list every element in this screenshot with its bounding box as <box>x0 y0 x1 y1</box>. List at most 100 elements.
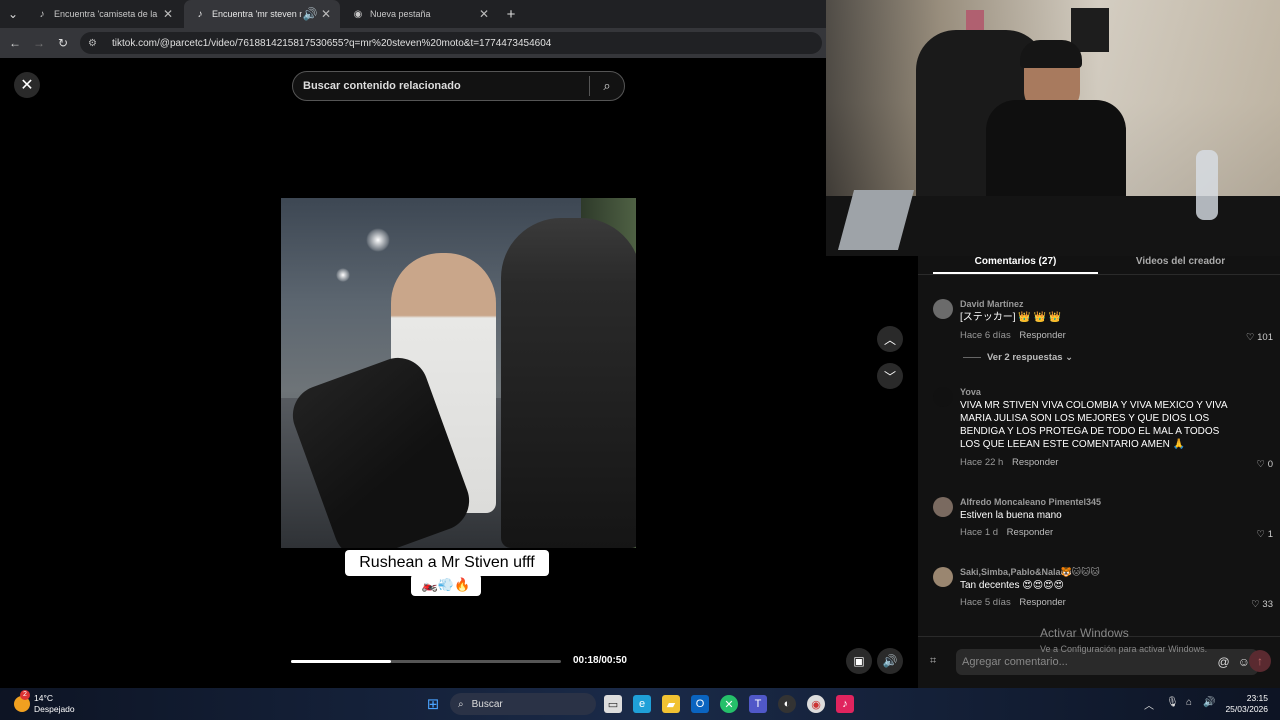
close-icon[interactable]: ✕ <box>476 7 492 21</box>
comment-author[interactable]: Alfredo Moncaleano Pimentel345 <box>960 497 1101 507</box>
address-bar[interactable]: ⚙ tiktok.com/@parcetc1/video/76188142158… <box>80 32 822 54</box>
close-icon: ✕ <box>20 77 34 94</box>
reply-button[interactable]: Responder <box>1019 330 1065 341</box>
comment-author[interactable]: Saki,Simba,Pablo&Nala🐯🐱🐱🐱 <box>960 567 1100 578</box>
tab-title: Nueva pestaña <box>370 9 431 19</box>
video-caption: Rushean a Mr Stiven ufff <box>345 550 549 576</box>
tab-list-icon[interactable]: ⌄ <box>4 5 22 23</box>
reload-icon[interactable]: ↻ <box>54 34 72 52</box>
webcam-cap <box>1020 40 1082 68</box>
close-icon[interactable]: ✕ <box>160 7 176 21</box>
mention-icon[interactable]: @ <box>1218 655 1230 669</box>
file-explorer-icon[interactable]: ▰ <box>662 695 680 713</box>
volume-button[interactable]: 🔊 <box>877 648 903 674</box>
new-tab-icon[interactable]: + <box>502 5 520 23</box>
app-icon[interactable]: ◐ <box>778 695 796 713</box>
chevron-up-icon: ︿ <box>883 332 896 347</box>
like-count: 0 <box>1267 459 1273 470</box>
tiktok-icon: ♪ <box>197 8 203 20</box>
like-button[interactable]: ♡ 33 <box>1251 599 1273 610</box>
teams-icon[interactable]: T <box>749 695 767 713</box>
comments-panel: Comentarios (27) Videos del creador Davi… <box>918 256 1280 688</box>
site-info-icon[interactable]: ⚙ <box>88 38 102 49</box>
comment-meta: Hace 5 días Responder <box>960 597 1066 608</box>
video-progress-bar[interactable] <box>291 660 561 663</box>
comment-time: Hace 5 días <box>960 597 1011 608</box>
divider <box>918 274 1280 275</box>
tray-overflow-icon[interactable]: ︿ <box>1144 697 1154 712</box>
search-icon[interactable]: ⌕ <box>590 78 624 94</box>
taskbar-clock[interactable]: 23:15 25/03/2026 <box>1225 693 1268 715</box>
heart-icon: ♡ <box>1251 599 1260 610</box>
video-streetlight <box>366 228 390 252</box>
video-area: Buscar contenido relacionado ⌕ Rushean a… <box>281 58 636 688</box>
outlook-icon[interactable]: O <box>691 695 709 713</box>
weather-temp: 14°C <box>34 693 53 703</box>
webcam-overlay <box>826 0 1280 256</box>
close-viewer-button[interactable]: ✕ <box>14 72 40 98</box>
tiktok-icon[interactable]: ♪ <box>836 695 854 713</box>
avatar[interactable] <box>933 567 953 587</box>
task-view-icon[interactable]: ▭ <box>604 695 622 713</box>
pip-button[interactable]: ▣ <box>846 648 872 674</box>
watermark-subtitle: Ve a Configuración para activar Windows. <box>1040 644 1208 654</box>
comment-meta: Hace 1 d Responder <box>960 527 1053 538</box>
comment-item: Yova VIVA MR STIVEN VIVA COLOMBIA Y VIVA… <box>933 387 1273 473</box>
avatar[interactable] <box>933 497 953 517</box>
microphone-icon[interactable]: 🎙 <box>1166 697 1179 708</box>
arrow-up-icon: ↑ <box>1257 654 1263 668</box>
weather-desc: Despejado <box>34 704 75 714</box>
comment-author[interactable]: Yova <box>960 387 981 397</box>
comment-text: VIVA MR STIVEN VIVA COLOMBIA Y VIVA MEXI… <box>960 400 1227 450</box>
previous-video-button[interactable]: ︿ <box>877 326 903 352</box>
comment-item: Saki,Simba,Pablo&Nala🐯🐱🐱🐱 Tan decentes 😍… <box>933 567 1273 613</box>
next-video-button[interactable]: ﹀ <box>877 363 903 389</box>
edge-icon[interactable]: e <box>633 695 651 713</box>
comment-meta: Hace 6 días Responder <box>960 330 1066 341</box>
video-frame[interactable] <box>281 198 636 548</box>
like-count: 1 <box>1267 529 1273 540</box>
taskbar-search[interactable]: ⌕ Buscar <box>450 693 596 715</box>
video-streetlight <box>336 268 350 282</box>
notification-badge: 2 <box>20 690 30 700</box>
taskbar-search-label: Buscar <box>471 698 503 710</box>
avatar[interactable] <box>933 387 953 407</box>
comment-text: Estiven la buena mano <box>960 510 1062 521</box>
tiktok-icon: ♪ <box>39 8 45 20</box>
view-replies-button[interactable]: Ver 2 respuestas ⌄ <box>963 352 1073 363</box>
windows-start-icon[interactable]: ⊞ <box>424 695 442 713</box>
reply-button[interactable]: Responder <box>1019 597 1065 608</box>
like-button[interactable]: ♡ 1 <box>1257 529 1273 540</box>
webcam-bottle <box>1196 150 1218 220</box>
tab-new[interactable]: ◉ Nueva pestaña ✕ <box>342 0 498 28</box>
comment-placeholder: Agregar comentario... <box>962 656 1068 668</box>
webcam-poster <box>966 10 984 32</box>
like-button[interactable]: ♡ 101 <box>1246 332 1273 343</box>
clock-date: 25/03/2026 <box>1225 704 1268 714</box>
network-icon[interactable]: ⌂ <box>1186 697 1192 708</box>
gift-icon[interactable]: ⌗ <box>930 655 936 668</box>
comment-author[interactable]: David Martínez <box>960 299 1024 309</box>
clock-time: 23:15 <box>1246 693 1268 703</box>
webcam-frame <box>1071 8 1109 52</box>
audio-icon[interactable]: 🔊 <box>302 7 318 21</box>
reply-button[interactable]: Responder <box>1007 527 1053 538</box>
video-person-black-hoodie <box>501 218 636 548</box>
speaker-icon[interactable]: 🔊 <box>1203 697 1215 708</box>
like-button[interactable]: ♡ 0 <box>1257 459 1273 470</box>
close-icon[interactable]: ✕ <box>318 7 334 21</box>
related-search-input[interactable]: Buscar contenido relacionado ⌕ <box>292 71 625 101</box>
avatar[interactable] <box>933 299 953 319</box>
xbox-icon[interactable]: ✕ <box>720 695 738 713</box>
forward-icon[interactable]: → <box>30 34 48 52</box>
heart-icon: ♡ <box>1245 332 1255 343</box>
chrome-icon[interactable]: ◉ <box>807 695 825 713</box>
reply-button[interactable]: Responder <box>1012 457 1058 468</box>
tab-mr-steven[interactable]: ♪ Encuentra 'mr steven moto' 🔊 ✕ <box>184 0 340 28</box>
tab-title: Encuentra 'mr steven moto' <box>212 9 302 19</box>
send-button[interactable]: ↑ <box>1249 650 1271 672</box>
back-icon[interactable]: ← <box>6 34 24 52</box>
browser-tab-bar: ⌄ ♪ Encuentra 'camiseta de la selec ✕ ♪ … <box>0 0 826 28</box>
tab-creator-videos[interactable]: Videos del creador <box>1098 256 1263 274</box>
tab-camiseta[interactable]: ♪ Encuentra 'camiseta de la selec ✕ <box>26 0 182 28</box>
